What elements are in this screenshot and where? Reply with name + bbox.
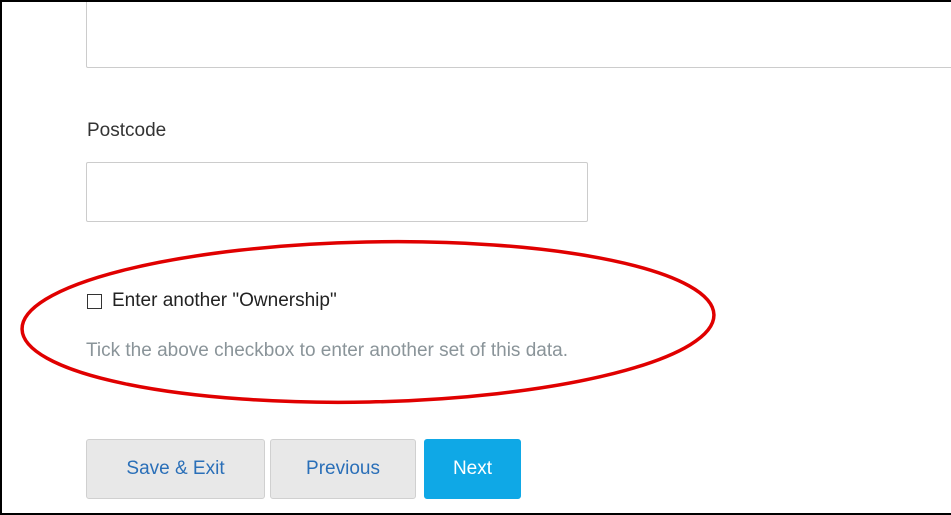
address-line-input[interactable] [86, 2, 951, 68]
form-panel: Postcode Enter another "Ownership" Tick … [0, 0, 951, 515]
enter-another-ownership-row[interactable]: Enter another "Ownership" [87, 290, 337, 312]
red-highlight-ellipse [20, 239, 716, 405]
postcode-label: Postcode [87, 120, 167, 141]
enter-another-ownership-checkbox[interactable] [87, 293, 102, 309]
enter-another-ownership-label[interactable]: Enter another "Ownership" [112, 290, 337, 312]
previous-button[interactable]: Previous [270, 439, 416, 499]
save-exit-button[interactable]: Save & Exit [86, 439, 265, 499]
postcode-input[interactable] [86, 162, 588, 222]
checkbox-help-text: Tick the above checkbox to enter another… [86, 340, 568, 361]
next-button[interactable]: Next [424, 439, 521, 499]
